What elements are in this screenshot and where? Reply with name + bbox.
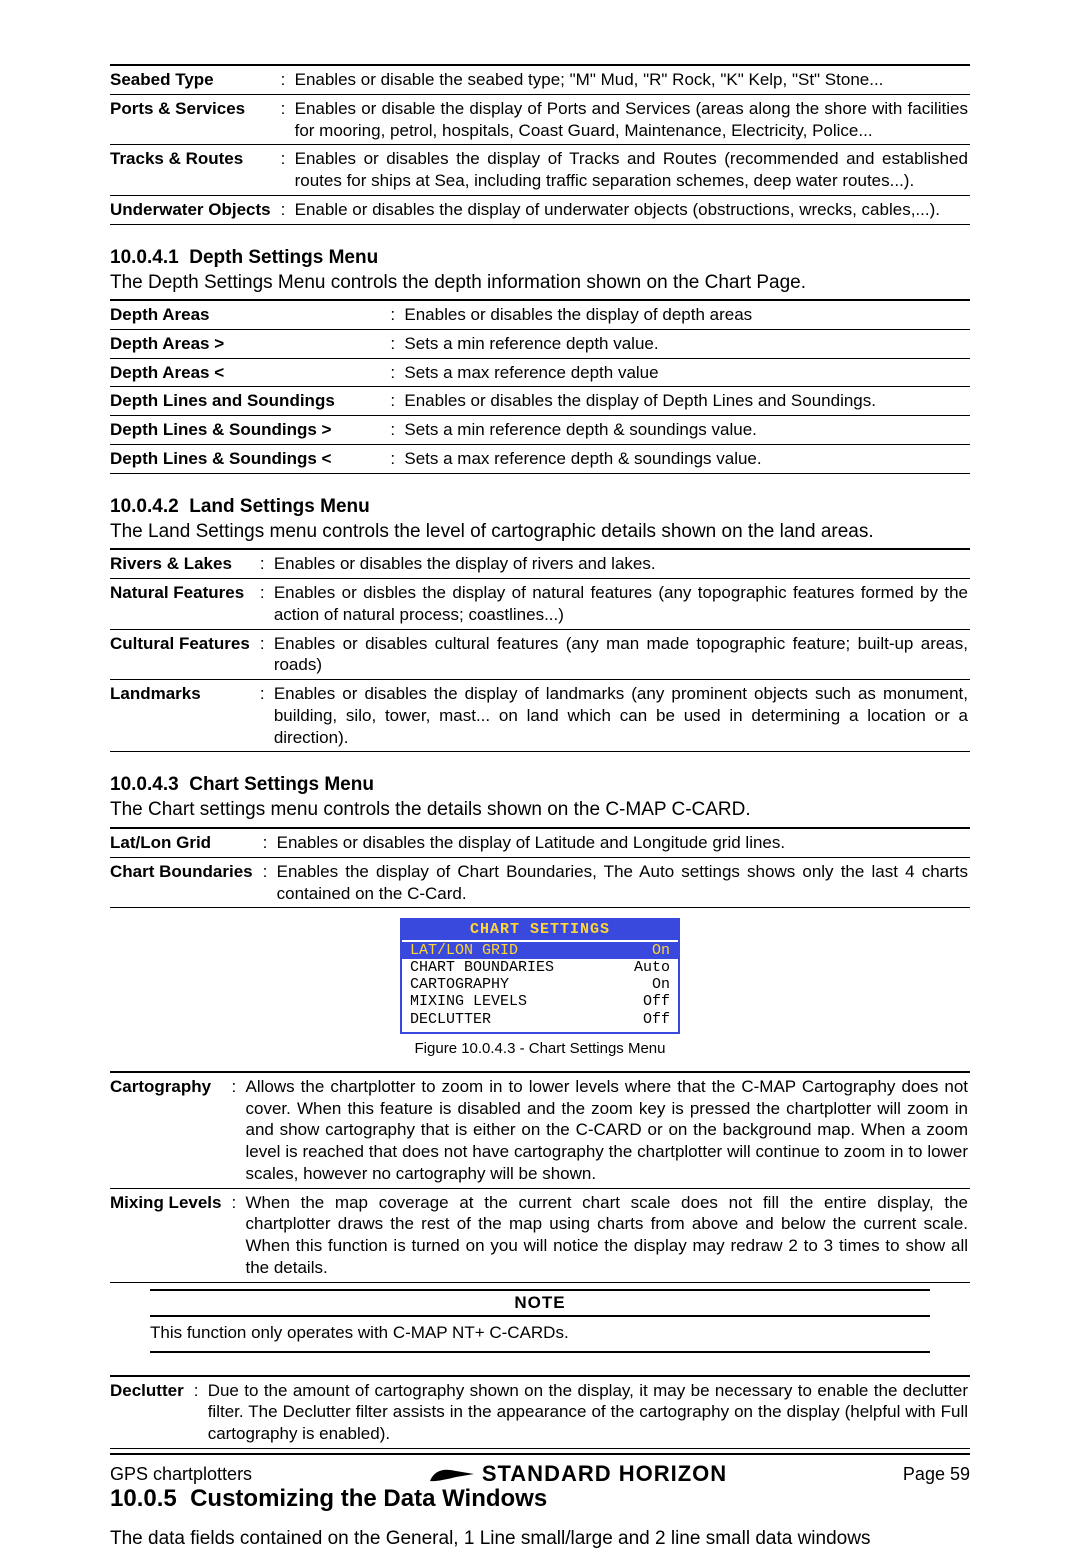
note-title: NOTE (150, 1291, 930, 1315)
chart-definitions-table-1: Lat/Lon Grid:Enables or disables the dis… (110, 829, 970, 908)
chart-definitions-table-2: Cartography:Allows the chartplotter to z… (110, 1073, 970, 1283)
definition-desc: Sets a min reference depth value. (404, 329, 970, 358)
definition-term: Natural Features (110, 579, 260, 630)
definition-term: Landmarks (110, 680, 260, 752)
definition-term: Ports & Services (110, 94, 281, 145)
brand-logo: STANDARD HORIZON (428, 1461, 727, 1487)
definition-row: Depth Lines & Soundings >:Sets a min ref… (110, 416, 970, 445)
definition-term: Depth Areas < (110, 358, 390, 387)
definition-desc: Enables or disbles the display of natura… (274, 579, 970, 630)
figure-caption: Figure 10.0.4.3 - Chart Settings Menu (110, 1040, 970, 1057)
definition-row: Tracks & Routes:Enables or disables the … (110, 145, 970, 196)
footer-left: GPS chartplotters (110, 1464, 252, 1485)
definition-row: Seabed Type:Enables or disable the seabe… (110, 66, 970, 94)
definition-term: Depth Lines & Soundings < (110, 444, 390, 473)
definition-row: Lat/Lon Grid:Enables or disables the dis… (110, 829, 970, 857)
chart-menu-value: Auto (634, 959, 670, 976)
note-body: This function only operates with C-MAP N… (150, 1317, 930, 1351)
footer-right: Page 59 (903, 1464, 970, 1485)
definition-row: Natural Features:Enables or disbles the … (110, 579, 970, 630)
chart-menu-row: DECLUTTER Off (410, 1011, 670, 1028)
definition-row: Declutter:Due to the amount of cartograp… (110, 1377, 970, 1449)
section-heading: 10.0.4.1 Depth Settings Menu (110, 247, 970, 269)
chart-menu-row: MIXING LEVELS Off (410, 993, 670, 1010)
definition-row: Cultural Features:Enables or disables cu… (110, 629, 970, 680)
definition-desc: Sets a min reference depth & soundings v… (404, 416, 970, 445)
definition-row: Chart Boundaries:Enables the display of … (110, 857, 970, 908)
chart-menu-row: CARTOGRAPHY On (410, 976, 670, 993)
definition-term: Underwater Objects (110, 195, 281, 224)
definition-desc: Enables or disables the display of Track… (295, 145, 970, 196)
definition-desc: Enables or disables the display of depth… (404, 301, 970, 329)
definition-row: Landmarks:Enables or disables the displa… (110, 680, 970, 752)
definition-row: Depth Areas <:Sets a max reference depth… (110, 358, 970, 387)
definition-term: Depth Areas > (110, 329, 390, 358)
chart-menu-label: CARTOGRAPHY (410, 976, 509, 993)
definition-term: Mixing Levels (110, 1188, 231, 1282)
definition-row: Ports & Services:Enables or disable the … (110, 94, 970, 145)
chart-menu-title: CHART SETTINGS (402, 920, 678, 939)
definition-term: Depth Lines & Soundings > (110, 416, 390, 445)
chart-menu-row: LAT/LON GRID On (402, 942, 678, 959)
definition-term: Cultural Features (110, 629, 260, 680)
definition-term: Seabed Type (110, 66, 281, 94)
section-heading: 10.0.4.2 Land Settings Menu (110, 496, 970, 518)
definition-term: Chart Boundaries (110, 857, 263, 908)
definition-term: Depth Areas (110, 301, 390, 329)
chart-menu-row: CHART BOUNDARIES Auto (410, 959, 670, 976)
chart-definitions-table-3: Declutter:Due to the amount of cartograp… (110, 1377, 970, 1449)
definition-row: Mixing Levels:When the map coverage at t… (110, 1188, 970, 1282)
definition-term: Cartography (110, 1073, 231, 1188)
chart-menu-value: On (652, 942, 670, 959)
definition-desc: Sets a max reference depth & soundings v… (404, 444, 970, 473)
section-intro: The Land Settings menu controls the leve… (110, 520, 970, 545)
definition-desc: When the map coverage at the current cha… (245, 1188, 970, 1282)
definition-desc: Enables or disable the display of Ports … (295, 94, 970, 145)
definition-desc: Sets a max reference depth value (404, 358, 970, 387)
definition-desc: Enables or disables the display of river… (274, 550, 970, 578)
definition-term: Declutter (110, 1377, 194, 1449)
chart-menu-value: Off (643, 993, 670, 1010)
definition-row: Rivers & Lakes:Enables or disables the d… (110, 550, 970, 578)
chart-menu-value: On (652, 976, 670, 993)
definition-row: Depth Lines & Soundings <:Sets a max ref… (110, 444, 970, 473)
land-definitions-table: Rivers & Lakes:Enables or disables the d… (110, 550, 970, 752)
definition-term: Tracks & Routes (110, 145, 281, 196)
chart-menu-label: LAT/LON GRID (410, 942, 518, 959)
definition-desc: Allows the chartplotter to zoom in to lo… (245, 1073, 970, 1188)
definition-desc: Enables or disable the seabed type; "M" … (295, 66, 970, 94)
note-box: NOTE This function only operates with C-… (150, 1289, 930, 1353)
definition-desc: Enables or disables cultural features (a… (274, 629, 970, 680)
chart-menu-value: Off (643, 1011, 670, 1028)
definition-row: Depth Lines and Soundings:Enables or dis… (110, 387, 970, 416)
chart-menu-label: CHART BOUNDARIES (410, 959, 554, 976)
depth-definitions-table: Depth Areas:Enables or disables the disp… (110, 301, 970, 474)
definition-desc: Enables or disables the display of landm… (274, 680, 970, 752)
section-intro: The Depth Settings Menu controls the dep… (110, 271, 970, 296)
chart-settings-menu-figure: CHART SETTINGS LAT/LON GRIDOnCHART BOUND… (400, 918, 680, 1034)
section-intro: The Chart settings menu controls the det… (110, 798, 970, 823)
major-section-intro: The data fields contained on the General… (110, 1527, 970, 1552)
section-heading: 10.0.4.3 Chart Settings Menu (110, 774, 970, 796)
top-definitions-table: Seabed Type:Enables or disable the seabe… (110, 66, 970, 225)
definition-desc: Due to the amount of cartography shown o… (208, 1377, 970, 1449)
brand-swoosh-icon (428, 1464, 474, 1484)
definition-term: Lat/Lon Grid (110, 829, 263, 857)
page-footer: GPS chartplotters STANDARD HORIZON Page … (110, 1453, 970, 1487)
definition-row: Cartography:Allows the chartplotter to z… (110, 1073, 970, 1188)
chart-menu-label: DECLUTTER (410, 1011, 491, 1028)
definition-desc: Enables or disables the display of Latit… (277, 829, 970, 857)
definition-desc: Enable or disables the display of underw… (295, 195, 970, 224)
definition-term: Rivers & Lakes (110, 550, 260, 578)
definition-desc: Enables or disables the display of Depth… (404, 387, 970, 416)
definition-row: Underwater Objects:Enable or disables th… (110, 195, 970, 224)
major-section-heading: 10.0.5 Customizing the Data Windows (110, 1485, 970, 1513)
definition-term: Depth Lines and Soundings (110, 387, 390, 416)
chart-menu-label: MIXING LEVELS (410, 993, 527, 1010)
definition-row: Depth Areas:Enables or disables the disp… (110, 301, 970, 329)
definition-desc: Enables the display of Chart Boundaries,… (277, 857, 970, 908)
definition-row: Depth Areas >:Sets a min reference depth… (110, 329, 970, 358)
